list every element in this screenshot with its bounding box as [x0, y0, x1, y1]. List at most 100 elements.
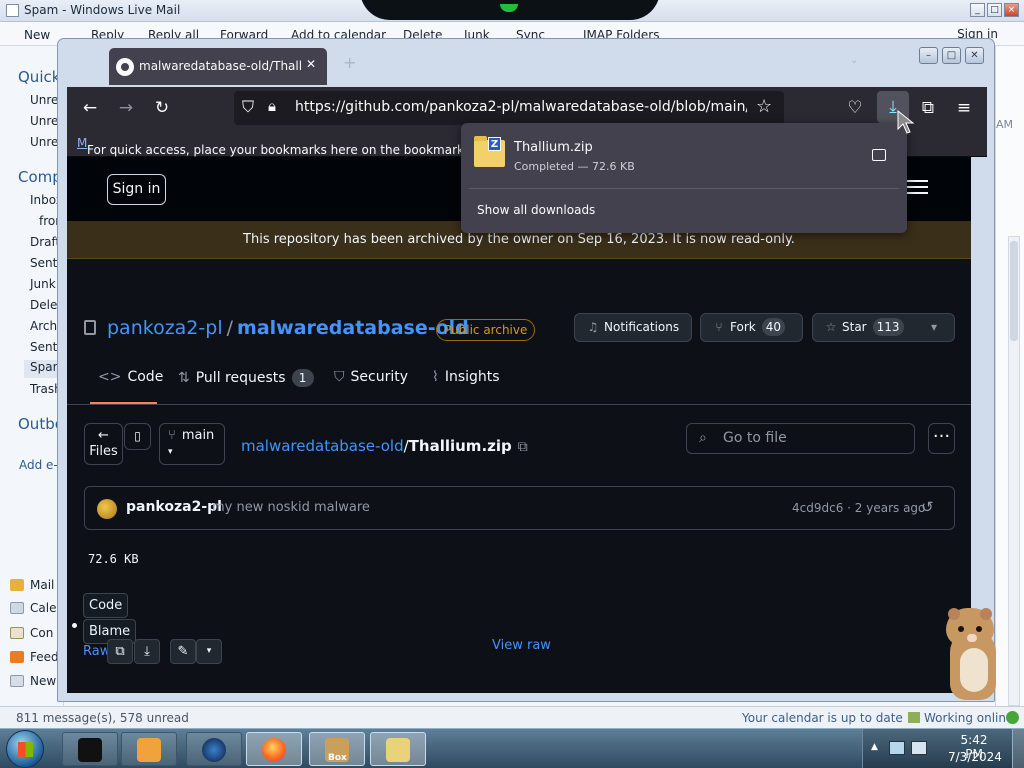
firefox-maximize-button[interactable]: □: [942, 47, 961, 64]
start-button[interactable]: [6, 730, 44, 768]
open-folder-icon[interactable]: [872, 149, 886, 161]
online-icon: [908, 712, 920, 723]
wlm-calendar-nav[interactable]: Cale: [10, 601, 56, 615]
wlm-folder-archive[interactable]: Archi: [30, 319, 60, 333]
taskbar-app-mail[interactable]: [370, 732, 426, 766]
copy-raw-icon[interactable]: ⧉: [107, 639, 133, 664]
star-button[interactable]: ☆ Star 113 ▾: [812, 313, 955, 342]
pet-ear: [948, 608, 960, 620]
hamburger-icon[interactable]: ≡: [952, 96, 976, 120]
history-icon[interactable]: ↺: [921, 498, 934, 516]
download-raw-icon[interactable]: ⤓: [134, 639, 160, 664]
edit-dropdown-icon[interactable]: ▾: [196, 639, 222, 664]
pocket-icon[interactable]: ♡: [843, 96, 867, 120]
copy-path-icon[interactable]: ⧉: [518, 439, 528, 455]
tracking-protection-shield-icon[interactable]: ⛉: [242, 97, 254, 117]
firefox-close-button[interactable]: ✕: [965, 47, 984, 64]
go-to-file-input[interactable]: ⌕ Go to file: [686, 423, 915, 454]
avatar[interactable]: [97, 499, 117, 519]
tab-code-label: Code: [127, 369, 164, 385]
view-code-button[interactable]: Code: [83, 593, 129, 618]
active-tab-underline: [90, 402, 157, 404]
commit-message[interactable]: my new noskid malware: [212, 500, 370, 515]
wlm-newsgroups-nav[interactable]: New: [10, 674, 56, 688]
wlm-scrollbar[interactable]: [1008, 236, 1020, 706]
manage-bookmarks-link[interactable]: M: [77, 136, 87, 150]
wlm-quick-item[interactable]: Unre: [30, 114, 58, 128]
extensions-icon[interactable]: ⧉: [916, 96, 940, 120]
taskbar-app-terminal[interactable]: [62, 732, 118, 766]
wlm-contacts-nav[interactable]: Con: [10, 626, 53, 640]
notifications-button[interactable]: ♫ Notifications: [574, 313, 692, 342]
new-tab-button[interactable]: +: [343, 53, 356, 72]
tab-pull-requests[interactable]: ⇅ Pull requests 1: [178, 369, 314, 387]
files-back-button[interactable]: ← Files: [84, 423, 123, 465]
wlm-add-account-link[interactable]: Add e-: [19, 458, 58, 472]
edit-pencil-icon[interactable]: ✎: [170, 639, 196, 664]
wlm-calendar-status[interactable]: Your calendar is up to date: [742, 711, 903, 725]
display-icon[interactable]: [889, 741, 905, 755]
repo-name-link[interactable]: malwaredatabase-old: [237, 317, 469, 339]
wlm-mail-nav[interactable]: Mail: [10, 578, 54, 592]
wlm-feeds-nav[interactable]: Feed: [10, 650, 59, 664]
taskbar-app-box[interactable]: Box: [309, 732, 365, 766]
firefox-minimize-button[interactable]: –: [919, 47, 938, 64]
wlm-account-header[interactable]: Comp: [18, 168, 62, 186]
wlm-quick-item[interactable]: Unre: [30, 93, 58, 107]
view-raw-link[interactable]: View raw: [492, 638, 551, 653]
show-hidden-icons[interactable]: ▲: [871, 742, 878, 752]
github-menu-icon[interactable]: [906, 180, 928, 194]
site-info-lock-icon[interactable]: 🔒︎: [268, 97, 276, 115]
bookmark-star-icon[interactable]: ☆: [756, 96, 772, 117]
url-bar[interactable]: ⛉ 🔒︎ https://github.com/pankoza2-pl/malw…: [234, 91, 784, 125]
network-icon[interactable]: [911, 741, 927, 755]
tab-close-icon[interactable]: ✕: [306, 57, 316, 71]
wlm-new-button[interactable]: New: [24, 28, 50, 42]
commit-meta[interactable]: 4cd9dc6 · 2 years ago: [792, 501, 925, 515]
clock-date[interactable]: 7/3/2024: [948, 750, 1002, 764]
show-all-downloads-button[interactable]: Show all downloads: [477, 203, 595, 217]
hamster-desktop-pet[interactable]: [944, 604, 1004, 704]
repo-owner-link[interactable]: pankoza2-pl: [107, 317, 223, 339]
sidebar-toggle-button[interactable]: ▯: [124, 423, 151, 450]
list-all-tabs-chevron-icon[interactable]: ⌄: [850, 55, 858, 66]
wlm-close-button[interactable]: ×: [1004, 3, 1019, 17]
tab-code[interactable]: <> Code: [98, 369, 163, 385]
show-desktop-button[interactable]: [1012, 729, 1024, 768]
wlm-quick-views[interactable]: Quick: [18, 68, 60, 86]
tab-security[interactable]: ⛉ Security: [334, 369, 408, 385]
fork-button[interactable]: ⑂ Fork 40: [700, 313, 803, 342]
url-text[interactable]: https://github.com/pankoza2-pl/malwareda…: [295, 99, 747, 115]
wlm-message-count: 811 message(s), 578 unread: [16, 711, 189, 725]
tab-insights[interactable]: ⌇ Insights: [432, 369, 500, 385]
breadcrumb-repo-link[interactable]: malwaredatabase-old: [241, 437, 404, 455]
wlm-minimize-button[interactable]: _: [970, 3, 985, 17]
branch-name: main: [181, 428, 215, 443]
reload-icon[interactable]: ↻: [150, 96, 174, 120]
wlm-quick-item[interactable]: Unre: [30, 135, 58, 149]
branch-selector[interactable]: ⑂ main ▾: [159, 423, 225, 465]
downloads-panel: Z Thallium.zip Completed — 72.6 KB Show …: [461, 115, 913, 233]
tab-security-label: Security: [350, 369, 409, 385]
wlm-contacts-label: Con: [30, 626, 54, 640]
breadcrumb-file: Thallium.zip: [408, 437, 512, 455]
wlm-folder-sent-2[interactable]: Sent: [30, 340, 57, 354]
wlm-scrollbar-thumb[interactable]: [1010, 241, 1018, 341]
terminal-icon: [78, 738, 102, 762]
more-options-button[interactable]: ···: [928, 423, 955, 454]
wlm-folder-sent[interactable]: Sent: [30, 256, 57, 270]
wlm-maximize-button[interactable]: □: [987, 3, 1002, 17]
wlm-online-status[interactable]: Working online: [908, 711, 1013, 725]
taskbar-app-globe[interactable]: [186, 732, 242, 766]
star-dropdown-chevron-icon[interactable]: ▾: [931, 314, 937, 341]
taskbar-app-firefox[interactable]: [246, 732, 302, 766]
back-arrow-icon[interactable]: ←: [78, 96, 102, 120]
download-status: Completed — 72.6 KB: [514, 160, 635, 173]
forward-arrow-icon[interactable]: →: [114, 96, 138, 120]
browser-tab[interactable]: malwaredatabase-old/Thallium.zip ✕: [109, 48, 327, 85]
taskbar-app-media[interactable]: [121, 732, 177, 766]
github-sign-in-button[interactable]: Sign in: [107, 174, 166, 205]
wlm-folder-junk[interactable]: Junk: [30, 277, 56, 291]
commit-author[interactable]: pankoza2-pl: [126, 499, 222, 515]
mail-icon: [10, 579, 24, 591]
